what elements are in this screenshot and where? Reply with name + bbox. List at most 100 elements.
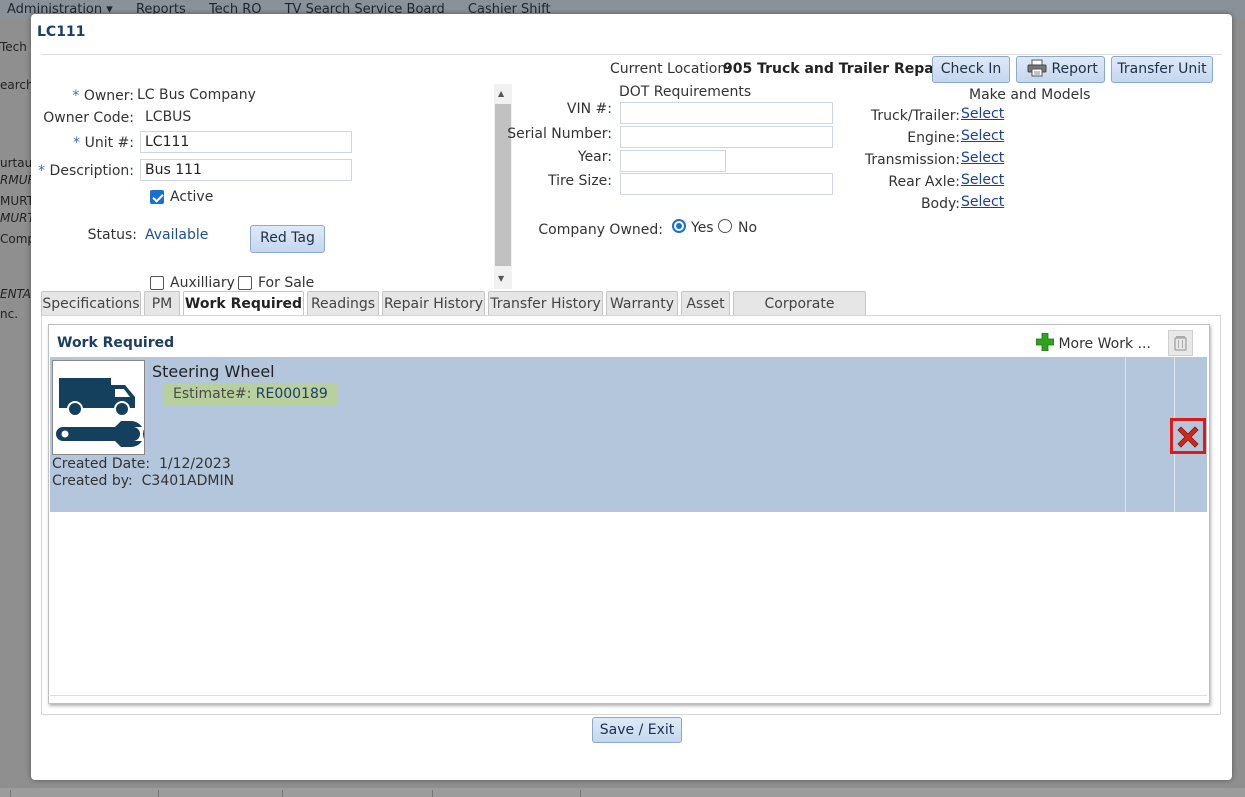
title-divider <box>41 54 1222 55</box>
owner-code-value: LCBUS <box>145 109 192 125</box>
tab-specifications[interactable]: Specifications <box>41 291 141 316</box>
company-owned-yes-radio[interactable] <box>672 219 686 233</box>
created-date: Created Date: 1/12/2023 <box>52 456 231 472</box>
red-tag-button[interactable]: Red Tag <box>250 225 325 253</box>
transfer-unit-button[interactable]: Transfer Unit <box>1111 56 1213 83</box>
truck-wrench-icon <box>52 360 145 455</box>
for-sale-label: For Sale <box>258 275 315 291</box>
tire-size-input[interactable] <box>620 173 833 195</box>
dot-heading: DOT Requirements <box>619 84 752 100</box>
estimate-badge[interactable]: Estimate#: RE000189 <box>163 383 338 405</box>
estimate-value: RE000189 <box>255 386 328 402</box>
created-date-label: Created Date: <box>52 456 151 472</box>
trash-button[interactable] <box>1168 330 1193 356</box>
scroll-up-icon[interactable]: ▲ <box>498 89 504 98</box>
owner-value: LC Bus Company <box>137 87 256 103</box>
unit-number-input[interactable]: LC111 <box>140 131 352 153</box>
description-input[interactable]: Bus 111 <box>140 159 352 181</box>
required-mark: * <box>38 163 46 179</box>
bg-fragment: RMUR <box>0 173 32 187</box>
close-icon <box>1177 426 1199 448</box>
owner-label: * Owner: <box>72 88 134 104</box>
serial-input[interactable] <box>620 126 833 148</box>
status-value: Available <box>145 227 209 243</box>
unit-dialog: LC111 Current Location: 905 Truck and Tr… <box>31 14 1232 780</box>
bg-fragment: ENTA <box>0 287 31 301</box>
save-exit-button[interactable]: Save / Exit <box>592 717 682 743</box>
dialog-title: LC111 <box>37 24 86 40</box>
truck-trailer-select-link[interactable]: Select <box>961 106 1004 122</box>
tab-corporate-divisions[interactable]: Corporate Divisions <box>733 291 866 336</box>
background-left-panel: Tech R earch urtau RMUR MURT MURT Comp E… <box>0 18 32 797</box>
work-required-box: Work Required More Work ... Steering Whe… <box>48 324 1210 704</box>
more-work-label: More Work ... <box>1058 336 1151 352</box>
estimate-label: Estimate#: <box>173 386 252 402</box>
report-button-label: Report <box>1051 61 1098 77</box>
printer-icon <box>1027 59 1047 77</box>
serial-label: Serial Number: <box>507 126 612 142</box>
engine-select-link[interactable]: Select <box>961 128 1004 144</box>
tab-asset[interactable]: Asset <box>681 291 730 316</box>
description-label-text: Description: <box>49 163 134 179</box>
tab-work-required[interactable]: Work Required <box>183 291 304 317</box>
year-input[interactable] <box>620 150 726 172</box>
company-owned-no-label: No <box>738 220 758 236</box>
bg-fragment: Comp <box>0 232 32 246</box>
required-mark: * <box>72 88 80 104</box>
unit-number-label: * Unit #: <box>73 135 134 151</box>
bg-fragment: earch <box>0 78 32 92</box>
transmission-select-link[interactable]: Select <box>961 150 1004 166</box>
report-button[interactable]: Report <box>1016 56 1105 83</box>
company-owned-label: Company Owned: <box>538 222 663 238</box>
work-item-title: Steering Wheel <box>152 362 275 381</box>
created-by-label: Created by: <box>52 473 133 489</box>
work-item-row[interactable]: Steering Wheel Estimate#: RE000189 Creat… <box>50 357 1207 512</box>
for-sale-checkbox[interactable] <box>238 276 252 290</box>
engine-label: Engine: <box>907 130 960 146</box>
transmission-label: Transmission: <box>864 152 960 168</box>
vin-label: VIN #: <box>566 101 612 117</box>
bg-fragment: MURT <box>0 194 32 208</box>
tire-size-label: Tire Size: <box>548 173 612 189</box>
check-in-button[interactable]: Check In <box>932 56 1010 83</box>
info-scrollbar[interactable]: ▲ ▼ <box>494 84 512 289</box>
bg-fragment: nc. <box>0 307 19 321</box>
more-work-button[interactable]: More Work ... <box>1035 332 1151 352</box>
trash-icon <box>1174 336 1187 351</box>
work-required-panel: Work Required More Work ... Steering Whe… <box>41 315 1221 715</box>
unit-number-label-text: Unit #: <box>84 135 134 151</box>
row-divider <box>1125 357 1126 512</box>
make-models-heading: Make and Models <box>969 87 1091 103</box>
auxilliary-label: Auxilliary <box>170 275 235 291</box>
bg-fragment: Tech R <box>0 40 32 54</box>
created-by-value: C3401ADMIN <box>141 473 235 489</box>
active-checkbox[interactable] <box>150 190 164 204</box>
owner-label-text: Owner: <box>83 88 134 104</box>
tab-transfer-history[interactable]: Transfer History <box>488 291 603 316</box>
scroll-down-icon[interactable]: ▼ <box>498 274 504 283</box>
tab-pm[interactable]: PM <box>144 291 180 316</box>
background-bottom-tabs <box>0 788 1245 797</box>
rear-axle-label: Rear Axle: <box>888 174 960 190</box>
bg-fragment: urtau <box>0 156 32 170</box>
plus-icon <box>1035 332 1055 352</box>
bg-fragment: MURT <box>0 211 32 225</box>
active-label: Active <box>170 189 214 205</box>
truck-trailer-label: Truck/Trailer: <box>870 108 960 124</box>
tab-warranty[interactable]: Warranty <box>606 291 678 316</box>
tab-readings[interactable]: Readings <box>307 291 379 316</box>
status-label: Status: <box>87 227 137 243</box>
auxilliary-checkbox[interactable] <box>150 276 164 290</box>
list-bottom-divider <box>50 695 1207 696</box>
company-owned-yes-label: Yes <box>691 220 714 236</box>
vin-input[interactable] <box>620 102 833 124</box>
rear-axle-select-link[interactable]: Select <box>961 172 1004 188</box>
current-location-label: Current Location: <box>610 61 731 77</box>
company-owned-no-radio[interactable] <box>718 219 732 233</box>
body-select-link[interactable]: Select <box>961 194 1004 210</box>
description-label: * Description: <box>38 163 134 179</box>
delete-work-item-button[interactable] <box>1170 418 1206 454</box>
work-required-heading: Work Required <box>57 335 175 351</box>
tab-repair-history[interactable]: Repair History <box>382 291 485 316</box>
body-label: Body: <box>920 196 960 212</box>
